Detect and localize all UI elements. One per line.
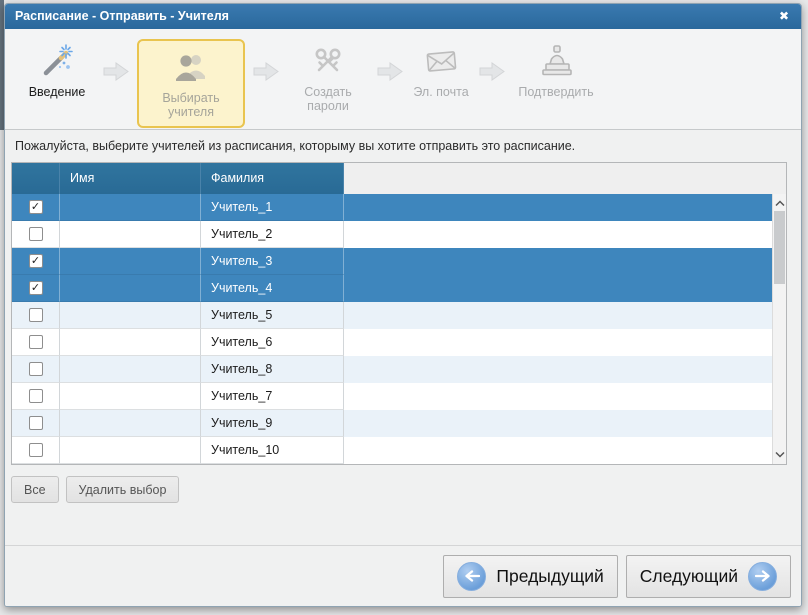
row-checkbox[interactable]: ✓ xyxy=(29,200,43,214)
table-body: ✓Учитель_1Учитель_2✓Учитель_3✓Учитель_4У… xyxy=(12,194,786,464)
cell-name xyxy=(60,194,201,221)
arrow-right-icon xyxy=(748,562,777,591)
row-checkbox[interactable] xyxy=(29,443,43,457)
step-arrow-icon xyxy=(377,61,403,82)
wizard-step-intro[interactable]: Введение xyxy=(19,42,95,99)
cell-checkbox: ✓ xyxy=(12,194,60,221)
next-button-label: Следующий xyxy=(640,566,738,587)
table-row[interactable]: ✓ Учитель_3 xyxy=(12,248,786,275)
previous-button-label: Предыдущий xyxy=(496,566,603,587)
cell-name xyxy=(60,356,201,383)
cell-checkbox xyxy=(12,221,60,248)
row-checkbox[interactable] xyxy=(29,308,43,322)
teachers-icon xyxy=(173,48,209,86)
step-arrow-icon xyxy=(253,61,279,82)
cell-name xyxy=(60,275,201,302)
table-row[interactable]: Учитель_6 xyxy=(12,329,786,356)
arrow-left-icon xyxy=(457,562,486,591)
cell-name xyxy=(60,383,201,410)
table-scrollbar[interactable] xyxy=(772,194,786,464)
wizard-step-label: Введение xyxy=(29,85,86,99)
cell-surname: Учитель_4 xyxy=(201,275,344,302)
cell-checkbox: ✓ xyxy=(12,248,60,275)
email-icon xyxy=(422,42,460,80)
cell-name xyxy=(60,302,201,329)
stamp-icon xyxy=(538,42,574,80)
cell-surname: Учитель_9 xyxy=(201,410,344,437)
scroll-down-icon[interactable] xyxy=(773,447,786,462)
row-checkbox[interactable]: ✓ xyxy=(29,281,43,295)
cell-surname: Учитель_3 xyxy=(201,248,344,275)
instruction-text: Пожалуйста, выберите учителей из расписа… xyxy=(15,139,801,153)
previous-button[interactable]: Предыдущий xyxy=(443,555,617,598)
column-header-name[interactable]: Имя xyxy=(60,163,201,194)
table-row[interactable]: Учитель_8 xyxy=(12,356,786,383)
select-all-button[interactable]: Все xyxy=(11,476,59,503)
dialog-title: Расписание - Отправить - Учителя xyxy=(15,4,229,29)
dialog-send-schedule-teachers: Расписание - Отправить - Учителя ✖ Введе… xyxy=(4,3,802,607)
dialog-footer: Предыдущий Следующий xyxy=(5,545,801,606)
cell-surname: Учитель_7 xyxy=(201,383,344,410)
table-row[interactable]: ✓ Учитель_1 xyxy=(12,194,786,221)
row-checkbox[interactable] xyxy=(29,227,43,241)
scrollbar-thumb[interactable] xyxy=(774,211,785,284)
row-checkbox[interactable] xyxy=(29,416,43,430)
row-checkbox[interactable]: ✓ xyxy=(29,254,43,268)
wizard-step-label: Эл. почта xyxy=(413,85,468,99)
cell-surname: Учитель_6 xyxy=(201,329,344,356)
table-row[interactable]: Учитель_2 xyxy=(12,221,786,248)
wizard-step-label: Выбирать учителя xyxy=(139,91,243,120)
row-checkbox[interactable] xyxy=(29,362,43,376)
scroll-up-icon[interactable] xyxy=(773,196,786,211)
column-header-surname[interactable]: Фамилия xyxy=(201,163,344,194)
table-row[interactable]: ✓ Учитель_4 xyxy=(12,275,786,302)
column-header-checkbox[interactable] xyxy=(12,163,60,194)
cell-checkbox: ✓ xyxy=(12,275,60,302)
wizard-step-email: Эл. почта xyxy=(411,42,471,99)
cell-checkbox xyxy=(12,329,60,356)
cell-checkbox xyxy=(12,383,60,410)
table-row[interactable]: Учитель_7 xyxy=(12,383,786,410)
cell-surname: Учитель_5 xyxy=(201,302,344,329)
cell-surname: Учитель_8 xyxy=(201,356,344,383)
cell-name xyxy=(60,437,201,464)
step-arrow-icon xyxy=(103,61,129,82)
wizard-steps-bar: Введение Выбирать учителя Создать пароли Эл… xyxy=(5,29,801,130)
close-icon[interactable]: ✖ xyxy=(777,4,791,29)
wizard-step-label: Создать пароли xyxy=(287,85,369,114)
cell-name xyxy=(60,221,201,248)
wizard-step-create-passwords: Создать пароли xyxy=(287,42,369,114)
teacher-table: Имя Фамилия ✓ Учитель_1Учитель_2 ✓ Учитель_… xyxy=(11,162,787,465)
cell-name xyxy=(60,248,201,275)
table-row[interactable]: Учитель_9 xyxy=(12,410,786,437)
step-arrow-icon xyxy=(479,61,505,82)
cell-checkbox xyxy=(12,437,60,464)
clear-selection-button[interactable]: Удалить выбор xyxy=(66,476,180,503)
table-row[interactable]: Учитель_10 xyxy=(12,437,786,464)
cell-checkbox xyxy=(12,302,60,329)
wizard-step-label: Подтвердить xyxy=(518,85,593,99)
magic-wand-icon xyxy=(38,42,76,80)
table-row[interactable]: Учитель_5 xyxy=(12,302,786,329)
cell-name xyxy=(60,410,201,437)
row-checkbox[interactable] xyxy=(29,389,43,403)
wizard-step-confirm: Подтвердить xyxy=(513,42,599,99)
selection-toolbar: Все Удалить выбор xyxy=(11,476,801,503)
wizard-step-select-teachers[interactable]: Выбирать учителя xyxy=(137,39,245,128)
keys-icon xyxy=(310,42,346,80)
table-header-row: Имя Фамилия xyxy=(12,163,786,194)
next-button[interactable]: Следующий xyxy=(626,555,791,598)
cell-surname: Учитель_2 xyxy=(201,221,344,248)
row-checkbox[interactable] xyxy=(29,335,43,349)
cell-checkbox xyxy=(12,410,60,437)
cell-surname: Учитель_10 xyxy=(201,437,344,464)
cell-surname: Учитель_1 xyxy=(201,194,344,221)
dialog-content: Пожалуйста, выберите учителей из расписа… xyxy=(5,139,801,503)
cell-checkbox xyxy=(12,356,60,383)
cell-name xyxy=(60,329,201,356)
dialog-titlebar: Расписание - Отправить - Учителя ✖ xyxy=(5,4,801,29)
